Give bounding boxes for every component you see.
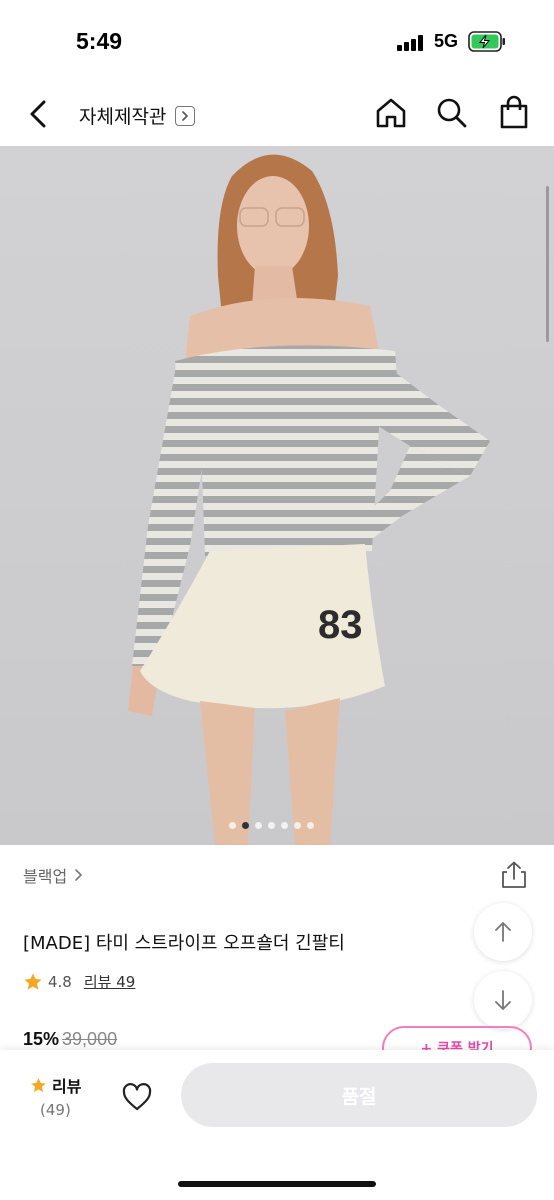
carousel-dot[interactable] (255, 822, 262, 829)
store-title-link[interactable]: 자체제작관 (79, 102, 196, 129)
carousel-dot[interactable] (294, 822, 301, 829)
chevron-right-box-icon (175, 105, 196, 126)
share-icon[interactable] (498, 859, 530, 891)
scroll-top-button[interactable] (474, 903, 532, 961)
nav-bar: 자체제작관 (0, 82, 554, 146)
home-indicator (178, 1181, 376, 1187)
search-icon[interactable] (434, 95, 470, 131)
bottom-review-count: (49) (40, 1101, 71, 1119)
page-title: 자체제작관 (79, 106, 167, 128)
bottom-action-bar: 리뷰 (49) 품절 (0, 1050, 554, 1200)
rating-row: 4.8 리뷰 49 (23, 971, 135, 992)
star-icon (24, 973, 42, 990)
review-link[interactable]: 리뷰 49 (84, 971, 135, 992)
star-icon (31, 1077, 46, 1092)
status-time: 5:49 (76, 28, 123, 54)
arrow-up-icon (495, 922, 511, 942)
category-link[interactable]: 블랙업 (23, 863, 85, 887)
product-title: [MADE] 타미 스트라이프 오프숄더 긴팔티 (23, 933, 345, 954)
price-row: 15% 39,000 (23, 1029, 117, 1050)
svg-text:83: 83 (318, 603, 363, 647)
image-scrollbar[interactable] (546, 186, 549, 342)
chevron-right-icon (75, 869, 83, 881)
arrow-down-icon (495, 990, 511, 1010)
model-illustration: 83 (0, 146, 554, 845)
home-icon[interactable] (373, 95, 409, 131)
status-bar: 5:49 5G (0, 0, 554, 82)
carousel-dots[interactable] (229, 822, 314, 829)
carousel-dot[interactable] (229, 822, 236, 829)
carousel-dot[interactable] (307, 822, 314, 829)
signal-icon (397, 35, 427, 51)
bottom-review-button[interactable]: 리뷰 (30, 1073, 81, 1097)
bottom-review-label: 리뷰 (52, 1077, 82, 1096)
battery-icon (468, 31, 505, 52)
sold-out-button[interactable]: 품절 (181, 1063, 537, 1127)
back-chevron-icon[interactable] (22, 96, 56, 132)
discount-rate: 15% (23, 1029, 60, 1049)
carousel-dot-active[interactable] (242, 822, 249, 829)
shopping-bag-icon[interactable] (496, 95, 532, 131)
network-label: 5G (434, 31, 459, 51)
category-label: 블랙업 (23, 867, 68, 886)
original-price: 39,000 (62, 1029, 118, 1049)
carousel-dot[interactable] (281, 822, 288, 829)
rating-value: 4.8 (48, 972, 72, 991)
heart-icon[interactable] (121, 1082, 153, 1112)
scroll-bottom-button[interactable] (474, 971, 532, 1029)
carousel-dot[interactable] (268, 822, 275, 829)
product-photo[interactable]: 83 (0, 146, 554, 845)
